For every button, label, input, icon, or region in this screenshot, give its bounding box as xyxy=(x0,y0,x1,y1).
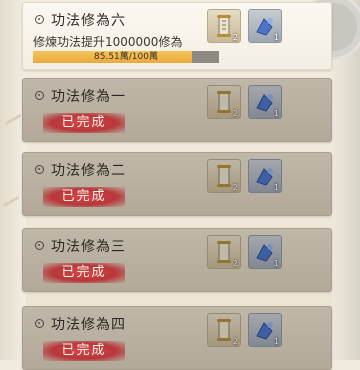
reward-item-scroll[interactable]: 2 xyxy=(207,313,241,347)
quest-description: 修煉功法提升1000000修為 xyxy=(33,35,183,49)
quest-bullet-icon xyxy=(35,319,44,328)
status-badge: 已完成 xyxy=(43,263,125,283)
reward-item-pill[interactable]: 1 xyxy=(248,159,282,193)
reward-item-scroll[interactable]: 2 xyxy=(207,159,241,193)
reward-count: 2 xyxy=(232,33,238,42)
reward-count: 1 xyxy=(273,259,279,268)
quest-card-completed[interactable]: 功法修為二 已完成 2 1 xyxy=(22,152,332,216)
quest-card-completed[interactable]: 功法修為四 已完成 2 1 xyxy=(22,306,332,370)
quest-progress-text: 85.51萬/100萬 xyxy=(94,52,158,62)
reward-count: 2 xyxy=(232,337,238,346)
reward-count: 1 xyxy=(273,33,279,42)
quest-bullet-icon xyxy=(35,91,44,100)
quest-bullet-icon xyxy=(35,15,44,24)
quest-title: 功法修為四 xyxy=(51,317,126,333)
reward-item-pill[interactable]: 1 xyxy=(248,313,282,347)
status-badge: 已完成 xyxy=(43,341,125,361)
reward-item-scroll[interactable]: 2 xyxy=(207,85,241,119)
quest-bullet-icon xyxy=(35,241,44,250)
reward-count: 1 xyxy=(273,337,279,346)
reward-item-scroll[interactable]: 2 xyxy=(207,9,241,43)
quest-bullet-icon xyxy=(35,165,44,174)
reward-item-pill[interactable]: 1 xyxy=(248,9,282,43)
quest-card-active[interactable]: 功法修為六 修煉功法提升1000000修為 85.51萬/100萬 2 1 xyxy=(22,2,332,70)
quest-title: 功法修為二 xyxy=(51,163,126,179)
quest-progress-bar: 85.51萬/100萬 xyxy=(33,51,219,63)
reward-count: 2 xyxy=(232,183,238,192)
quest-title: 功法修為六 xyxy=(51,13,126,29)
reward-count: 2 xyxy=(232,109,238,118)
reward-item-scroll[interactable]: 2 xyxy=(207,235,241,269)
quest-title: 功法修為一 xyxy=(51,89,126,105)
quest-card-completed[interactable]: 功法修為三 已完成 2 1 xyxy=(22,228,332,292)
reward-count: 1 xyxy=(273,183,279,192)
reward-item-pill[interactable]: 1 xyxy=(248,85,282,119)
quest-card-completed[interactable]: 功法修為一 已完成 2 1 xyxy=(22,78,332,142)
reward-item-pill[interactable]: 1 xyxy=(248,235,282,269)
quest-list[interactable]: 功法修為六 修煉功法提升1000000修為 85.51萬/100萬 2 1 功法… xyxy=(22,0,332,370)
status-badge: 已完成 xyxy=(43,187,125,207)
quest-title: 功法修為三 xyxy=(51,239,126,255)
reward-count: 1 xyxy=(273,109,279,118)
status-badge: 已完成 xyxy=(43,113,125,133)
reward-count: 2 xyxy=(232,259,238,268)
